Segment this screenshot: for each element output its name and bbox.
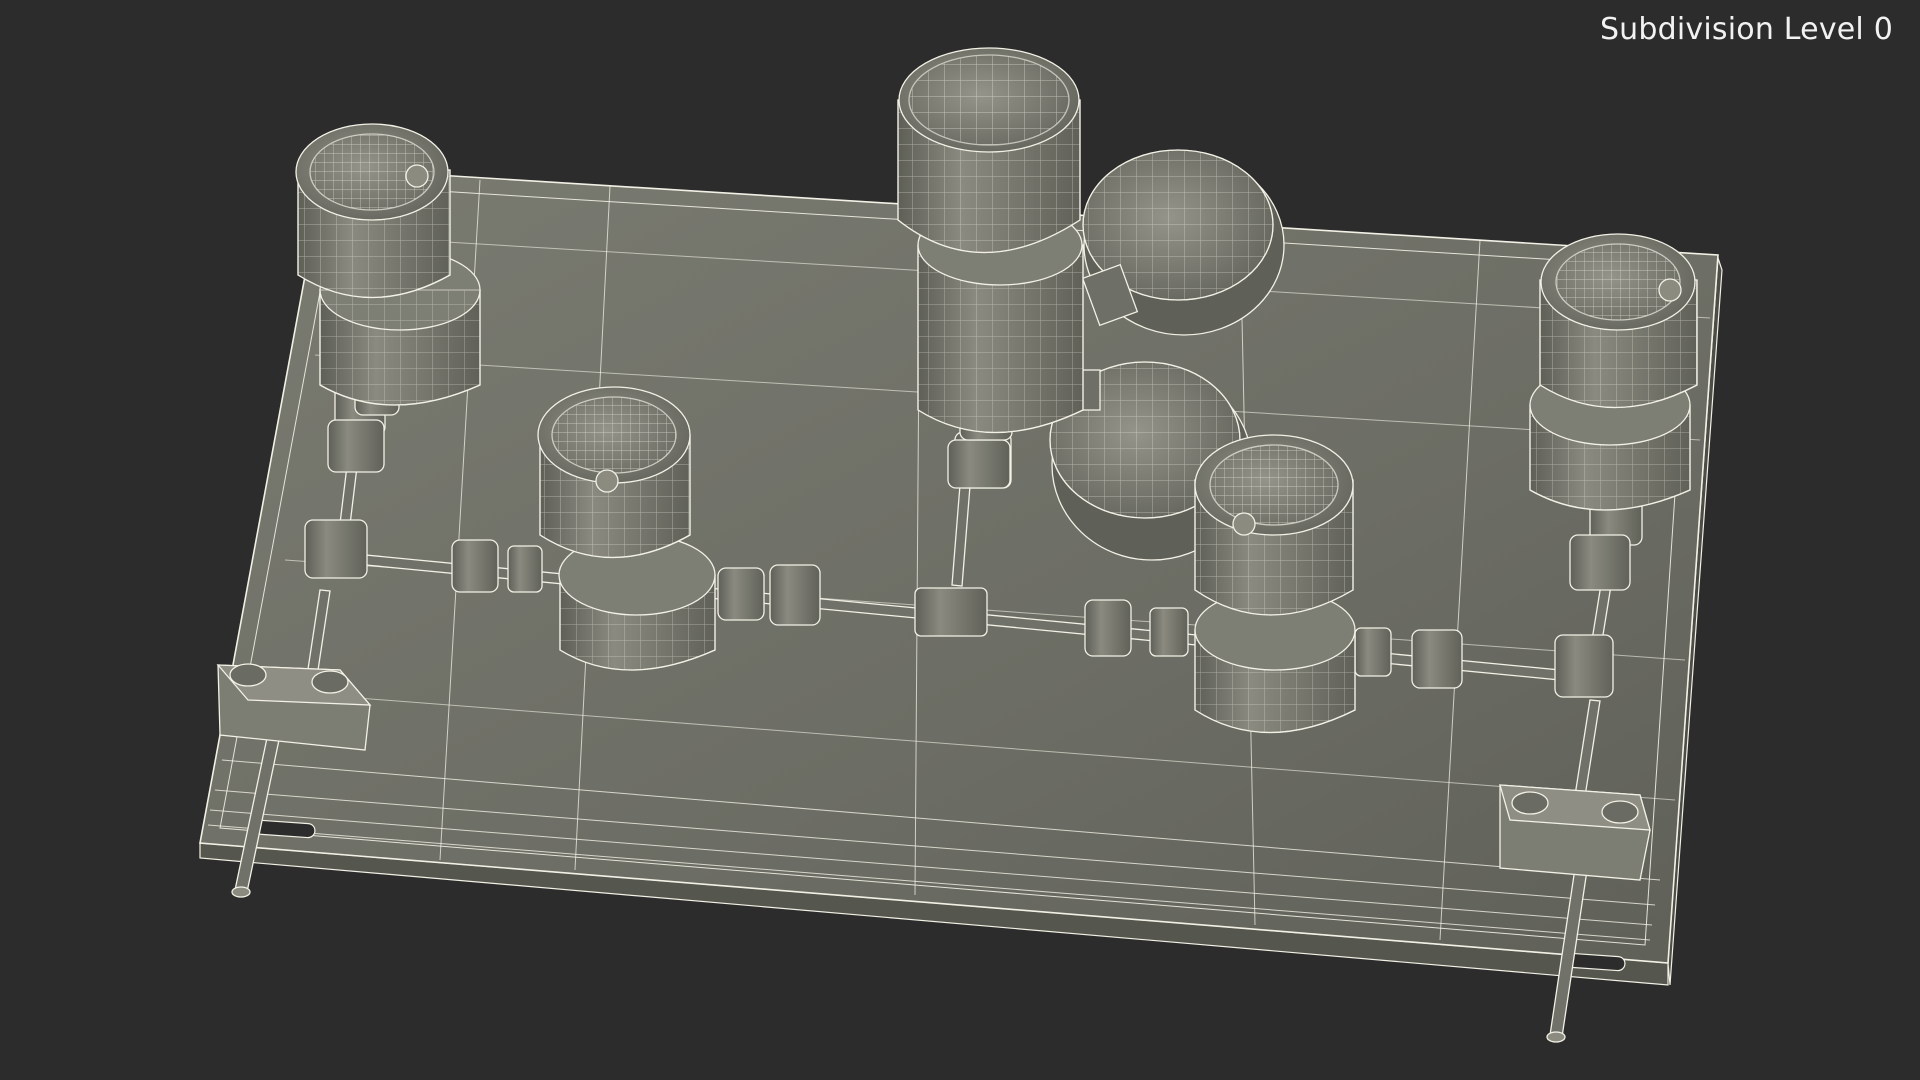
regulator-center-left <box>537 386 716 671</box>
regulator-center-right <box>1194 434 1356 734</box>
regulator-right <box>1529 233 1698 511</box>
viewport-3d[interactable]: Subdivision Level 0 <box>0 0 1920 1080</box>
regulator-top-left <box>295 123 481 406</box>
regulator-top-center <box>897 47 1084 434</box>
wireframe-model <box>199 47 1723 1043</box>
subdivision-level-label: Subdivision Level 0 <box>1599 12 1893 47</box>
